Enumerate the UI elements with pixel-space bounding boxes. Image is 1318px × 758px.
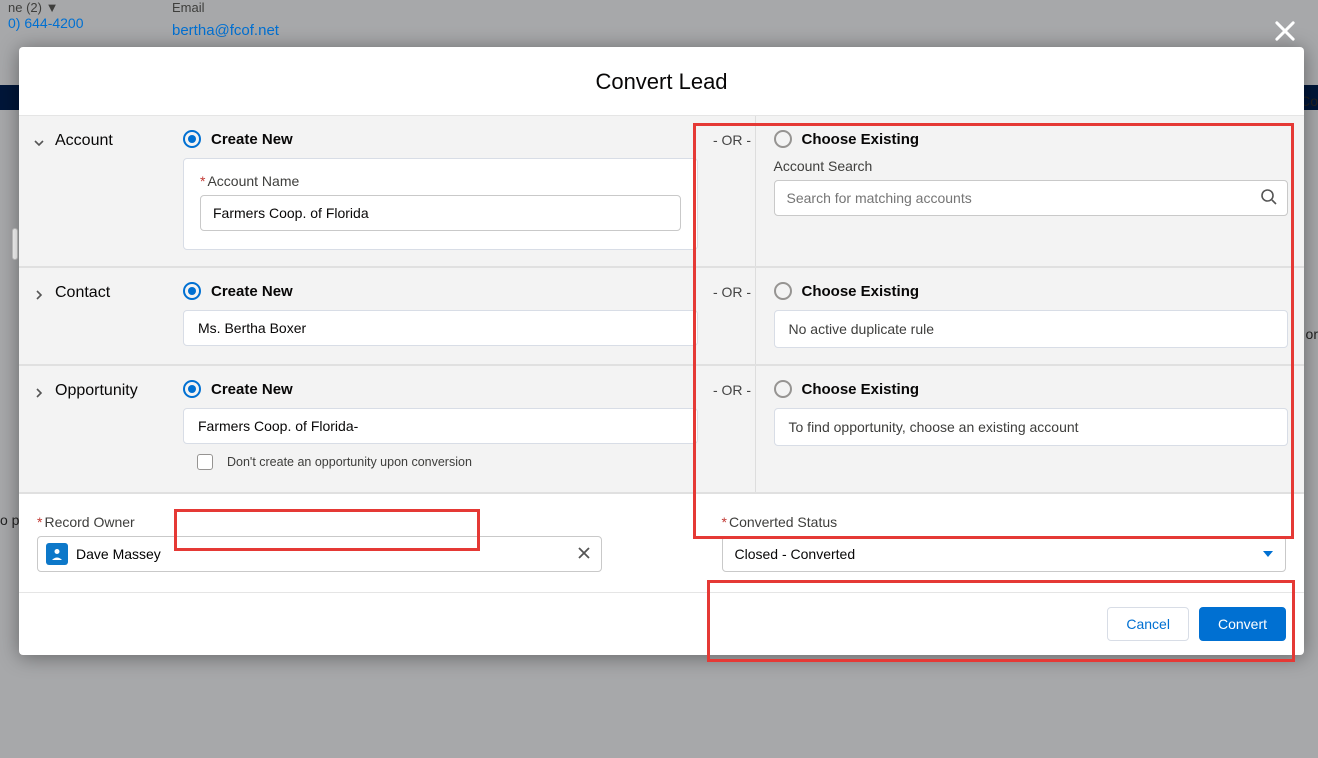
account-name-label: *Account Name: [200, 173, 681, 189]
opportunity-existing-label: Choose Existing: [802, 381, 920, 398]
opportunity-section: Opportunity Create New Farmers Coop. of …: [19, 366, 1304, 494]
opportunity-label: Opportunity: [55, 382, 138, 399]
opportunity-existing-radio[interactable]: [774, 380, 792, 398]
opportunity-hint: To find opportunity, choose an existing …: [774, 408, 1289, 446]
record-owner-value: Dave Massey: [76, 546, 161, 562]
account-toggle[interactable]: Account: [19, 116, 183, 266]
contact-toggle[interactable]: Contact: [19, 268, 183, 364]
user-icon: [46, 543, 68, 565]
chevron-down-icon: [33, 136, 45, 148]
account-existing-radio[interactable]: [774, 130, 792, 148]
contact-create-radio[interactable]: [183, 282, 201, 300]
convert-lead-modal: Convert Lead Account Create New *Account…: [19, 47, 1304, 655]
account-search-input[interactable]: [774, 180, 1289, 216]
opportunity-create-radio[interactable]: [183, 380, 201, 398]
account-create-radio[interactable]: [183, 130, 201, 148]
account-section: Account Create New *Account Name - OR - …: [19, 116, 1304, 268]
or-divider: - OR -: [713, 132, 751, 148]
contact-existing-radio[interactable]: [774, 282, 792, 300]
dont-create-opp-label: Don't create an opportunity upon convers…: [227, 455, 472, 469]
account-name-input[interactable]: [200, 195, 681, 231]
chevron-right-icon: [33, 288, 45, 300]
opportunity-create-label: Create New: [211, 381, 293, 398]
bg-text: o p: [0, 512, 19, 528]
account-existing-label: Choose Existing: [802, 131, 920, 148]
dont-create-opp-checkbox[interactable]: [197, 454, 213, 470]
modal-footer: Cancel Convert: [19, 593, 1304, 655]
converted-status-value: Closed - Converted: [735, 546, 856, 562]
account-create-label: Create New: [211, 131, 293, 148]
contact-label: Contact: [55, 284, 110, 301]
account-label: Account: [55, 132, 113, 149]
cancel-button[interactable]: Cancel: [1107, 607, 1189, 641]
contact-hint: No active duplicate rule: [774, 310, 1289, 348]
account-search-label: Account Search: [774, 158, 1289, 174]
or-divider: - OR -: [713, 382, 751, 398]
modal-title: Convert Lead: [19, 47, 1304, 116]
email-value: bertha@fcof.net: [172, 22, 279, 39]
chevron-right-icon: [33, 386, 45, 398]
contact-name[interactable]: Ms. Bertha Boxer: [183, 310, 698, 346]
email-label: Email: [172, 0, 205, 15]
convert-button[interactable]: Convert: [1199, 607, 1286, 641]
close-icon[interactable]: [1271, 17, 1299, 45]
contact-existing-label: Choose Existing: [802, 283, 920, 300]
opportunity-toggle[interactable]: Opportunity: [19, 366, 183, 492]
opportunity-name[interactable]: Farmers Coop. of Florida-: [183, 408, 698, 444]
account-card: *Account Name: [183, 158, 698, 250]
chevron-down-icon: [1263, 551, 1273, 557]
clear-icon[interactable]: [576, 545, 592, 566]
converted-status-label: *Converted Status: [722, 514, 1287, 530]
contact-create-label: Create New: [211, 283, 293, 300]
bottom-fields: *Record Owner Dave Massey *Converted Sta…: [19, 494, 1304, 593]
record-owner-label: *Record Owner: [37, 514, 602, 530]
bg-text: or: [1306, 326, 1318, 342]
contact-section: Contact Create New Ms. Bertha Boxer - OR…: [19, 268, 1304, 366]
search-icon[interactable]: [1260, 188, 1278, 211]
record-owner-input[interactable]: Dave Massey: [37, 536, 602, 572]
or-divider: - OR -: [713, 284, 751, 300]
converted-status-select[interactable]: Closed - Converted: [722, 536, 1287, 572]
